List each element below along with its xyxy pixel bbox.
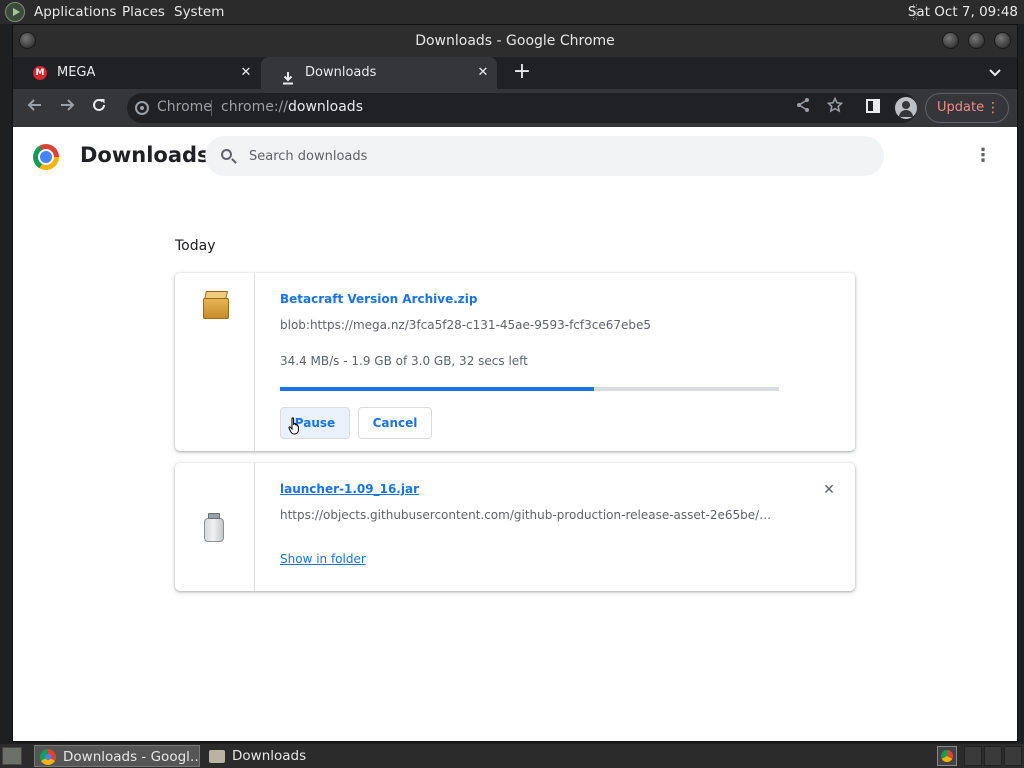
date-header: Today (175, 238, 216, 254)
remove-from-list-close-icon[interactable]: ✕ (819, 480, 839, 500)
download-status: 34.4 MB/s - 1.9 GB of 3.0 GB, 32 secs le… (280, 354, 528, 368)
workspace-1[interactable] (964, 746, 982, 766)
progress-fill (280, 387, 595, 391)
task-label: Downloads - Googl… (63, 749, 198, 765)
page-title: Downloads (80, 143, 210, 167)
download-item: Betacraft Version Archive.zip blob:https… (175, 273, 855, 451)
search-input[interactable] (249, 146, 849, 166)
workspace-2[interactable] (984, 746, 1002, 766)
bookmark-star-icon[interactable] (823, 96, 847, 120)
taskbar-chrome-window[interactable]: Downloads - Googl… (34, 745, 200, 767)
downloads-page: Downloads ⋮ Today Betacraft Version Arch… (13, 127, 1017, 741)
window-menu-icon[interactable] (19, 32, 36, 49)
forward-arrow-icon[interactable] (55, 96, 79, 120)
taskbar-files-window[interactable]: Downloads (204, 745, 364, 767)
folder-icon (209, 750, 225, 763)
omnibox-separator (211, 100, 212, 116)
profile-avatar-icon[interactable] (895, 97, 917, 119)
progress-bar (280, 387, 779, 391)
close-tab-icon[interactable]: ✕ (475, 65, 491, 81)
taskbar: Downloads - Googl… Downloads (0, 744, 1024, 768)
tab-title: MEGA (57, 65, 96, 80)
more-actions-kebab-icon[interactable]: ⋮ (973, 144, 993, 170)
hand-cursor-icon (288, 417, 299, 435)
download-icon (281, 66, 295, 85)
new-tab-button[interactable]: + (512, 61, 532, 83)
share-icon[interactable] (791, 96, 815, 120)
chrome-logo-icon (33, 144, 59, 170)
url-text[interactable]: chrome://downloads (221, 99, 363, 115)
chrome-icon (40, 749, 56, 765)
show-desktop-icon[interactable] (2, 747, 22, 765)
tab-title: Downloads (305, 65, 377, 80)
applications-menu-icon[interactable] (5, 2, 25, 22)
search-icon[interactable] (221, 149, 232, 160)
file-icon-column (175, 273, 255, 451)
task-label: Downloads (232, 748, 307, 764)
tab-strip: M MEGA ✕ Downloads ✕ + (13, 57, 1017, 89)
panel-clock[interactable]: Sat Oct 7, 09:48 (908, 4, 1018, 20)
file-url[interactable]: https://objects.githubusercontent.com/gi… (280, 508, 775, 522)
minimize-button[interactable] (942, 32, 959, 49)
back-arrow-icon[interactable] (23, 96, 47, 120)
browser-toolbar: Chrome chrome://downloads Update ⋮ (13, 89, 1017, 127)
window-title: Downloads - Google Chrome (415, 33, 615, 49)
update-label: Update (937, 100, 985, 115)
archive-icon (203, 291, 229, 319)
kebab-menu-icon[interactable]: ⋮ (986, 94, 1000, 122)
system-menu[interactable]: System (174, 4, 224, 20)
download-item: launcher-1.09_16.jar https://objects.git… (175, 463, 855, 591)
file-icon-column (175, 463, 255, 591)
browser-window: Downloads - Google Chrome M MEGA ✕ Downl… (12, 24, 1018, 742)
jar-icon (203, 513, 225, 543)
close-tab-icon[interactable]: ✕ (238, 65, 254, 81)
tray-chrome-icon[interactable] (937, 746, 957, 766)
show-in-folder-link[interactable]: Show in folder (280, 552, 366, 566)
file-url[interactable]: blob:https://mega.nz/3fca5f28-c131-45ae-… (280, 318, 780, 332)
maximize-button[interactable] (968, 32, 985, 49)
omnibox-chrome-label: Chrome (157, 99, 212, 115)
update-button[interactable]: Update ⋮ (925, 93, 1009, 123)
tab-downloads[interactable]: Downloads ✕ (261, 57, 497, 89)
applications-menu[interactable]: Applications (34, 4, 116, 20)
workspace-3[interactable] (1004, 746, 1022, 766)
tab-mega[interactable]: M MEGA ✕ (13, 57, 260, 89)
cancel-button[interactable]: Cancel (358, 407, 432, 439)
top-panel: Applications Places System Sat Oct 7, 09… (0, 0, 1024, 24)
places-menu[interactable]: Places (122, 4, 165, 20)
tab-search-chevron-icon[interactable] (985, 63, 1005, 83)
search-box[interactable] (205, 136, 884, 176)
window-titlebar[interactable]: Downloads - Google Chrome (13, 25, 1017, 57)
file-name-link[interactable]: Betacraft Version Archive.zip (280, 292, 477, 306)
address-bar[interactable]: Chrome chrome://downloads (127, 93, 917, 123)
close-window-button[interactable] (994, 32, 1011, 49)
file-name-link[interactable]: launcher-1.09_16.jar (280, 482, 419, 496)
side-panel-icon[interactable] (861, 96, 885, 120)
reload-icon[interactable] (87, 96, 111, 120)
mega-icon: M (33, 66, 47, 80)
chrome-page-icon (135, 101, 149, 115)
